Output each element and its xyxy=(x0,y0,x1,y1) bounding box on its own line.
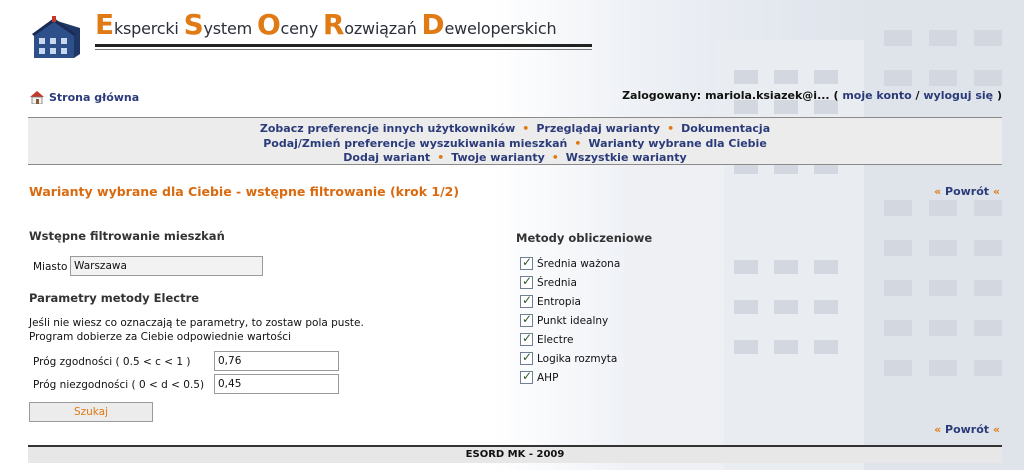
checkbox-checked[interactable] xyxy=(520,350,533,365)
city-label: Miasto xyxy=(33,261,68,273)
nav-link-your-variants[interactable]: Twoje warianty xyxy=(451,151,545,164)
method-average[interactable]: Średnia xyxy=(520,274,577,289)
method-label: Średnia xyxy=(537,276,577,289)
page-title: Warianty wybrane dla Ciebie - wstępne fi… xyxy=(29,184,460,199)
nav-bullet: • xyxy=(522,122,530,135)
title-word: ozwiązań xyxy=(344,19,422,38)
title-initial: D xyxy=(421,8,445,41)
nav-bullet: • xyxy=(667,122,675,135)
checkbox-checked[interactable] xyxy=(520,274,533,289)
login-status: Zalogowany: mariola.ksiazek@i... ( moje … xyxy=(622,89,1002,102)
method-fuzzy-logic[interactable]: Logika rozmyta xyxy=(520,350,618,365)
nav-link-other-users-preferences[interactable]: Zobacz preferencje innych użytkowników xyxy=(260,122,515,135)
title-word: eweloperskich xyxy=(444,19,557,38)
nav-link-variants-for-you[interactable]: Warianty wybrane dla Ciebie xyxy=(588,137,766,150)
main-navigation: Zobacz preferencje innych użytkowników • P… xyxy=(28,117,1002,165)
nav-bullet: • xyxy=(437,151,445,164)
back-arrow-right: « xyxy=(992,185,1000,198)
title-initial: R xyxy=(322,8,345,41)
checkbox-checked[interactable] xyxy=(520,293,533,308)
electre-heading: Parametry metody Electre xyxy=(29,291,200,305)
methods-heading: Metody obliczeniowe xyxy=(516,231,653,245)
back-link-label: Powrót xyxy=(945,423,990,436)
method-label: Entropia xyxy=(537,295,581,308)
method-ideal-point[interactable]: Punkt idealny xyxy=(520,312,609,327)
method-entropy[interactable]: Entropia xyxy=(520,293,581,308)
discordance-label: Próg niezgodności ( 0 < d < 0.5) xyxy=(33,379,205,391)
electre-hint-line2: Program dobierze za Ciebie odpowiednie w… xyxy=(29,331,291,343)
discordance-threshold-input[interactable] xyxy=(214,374,339,394)
electre-hint-line1: Jeśli nie wiesz co oznaczają te parametr… xyxy=(29,317,364,329)
title-underline-thin xyxy=(95,49,592,50)
nav-bullet: • xyxy=(551,151,559,164)
back-link-label: Powrót xyxy=(945,185,990,198)
home-link-label: Strona główna xyxy=(49,90,140,104)
method-label: Logika rozmyta xyxy=(537,352,618,365)
login-open-paren: ( xyxy=(833,89,839,102)
city-input[interactable] xyxy=(70,256,263,276)
login-user: mariola.ksiazek@i... xyxy=(705,89,830,102)
nav-link-add-variant[interactable]: Dodaj wariant xyxy=(343,151,430,164)
method-electre[interactable]: Electre xyxy=(520,331,574,346)
search-button[interactable]: Szukaj xyxy=(29,402,153,422)
method-weighted-average[interactable]: Średnia ważona xyxy=(520,255,621,270)
footer: ESORD MK - 2009 xyxy=(28,445,1002,463)
concordance-threshold-input[interactable] xyxy=(214,351,339,371)
back-arrow-left: « xyxy=(934,423,942,436)
nav-row: Dodaj wariant • Twoje warianty • Wszystkie w… xyxy=(28,151,1002,166)
title-word: kspercki xyxy=(113,19,184,38)
back-arrow-right: « xyxy=(992,423,1000,436)
title-word: ceny xyxy=(280,19,323,38)
my-account-link[interactable]: moje konto xyxy=(842,89,911,102)
login-close-paren: ) xyxy=(996,89,1002,102)
concordance-label: Próg zgodności ( 0.5 < c < 1 ) xyxy=(33,356,191,368)
method-label: Średnia ważona xyxy=(537,257,621,270)
back-link[interactable]: « Powrót « xyxy=(934,185,1000,198)
method-label: AHP xyxy=(537,371,559,384)
back-link-bottom[interactable]: « Powrót « xyxy=(934,423,1000,436)
title-underline xyxy=(95,44,592,47)
back-arrow-left: « xyxy=(934,185,942,198)
checkbox-checked[interactable] xyxy=(520,331,533,346)
nav-link-documentation[interactable]: Dokumentacja xyxy=(681,122,770,135)
title-initial: E xyxy=(95,8,114,41)
title-word: ystem xyxy=(203,19,257,38)
method-label: Electre xyxy=(537,333,574,346)
method-ahp[interactable]: AHP xyxy=(520,369,559,384)
logout-link[interactable]: wyloguj się xyxy=(923,89,993,102)
checkbox-checked[interactable] xyxy=(520,312,533,327)
nav-link-set-preferences[interactable]: Podaj/Zmień preferencje wyszukiwania mie… xyxy=(263,137,567,150)
login-separator: / xyxy=(915,89,920,102)
home-link[interactable]: Strona główna xyxy=(29,90,139,104)
building-logo-icon xyxy=(32,16,80,58)
nav-link-browse-variants[interactable]: Przeglądaj warianty xyxy=(536,122,660,135)
app-title: Ekspercki System Oceny Rozwiązań Dewelop… xyxy=(95,8,557,41)
title-initial: S xyxy=(183,8,204,41)
title-initial: O xyxy=(256,8,281,41)
nav-link-all-variants[interactable]: Wszystkie warianty xyxy=(566,151,687,164)
checkbox-checked[interactable] xyxy=(520,255,533,270)
checkbox-checked[interactable] xyxy=(520,369,533,384)
nav-bullet: • xyxy=(574,136,582,150)
nav-row: Podaj/Zmień preferencje wyszukiwania mie… xyxy=(28,137,1002,152)
house-with-red-roof-icon xyxy=(30,91,44,104)
filter-heading: Wstępne filtrowanie mieszkań xyxy=(29,229,225,243)
login-prefix: Zalogowany: xyxy=(622,89,702,102)
nav-row: Zobacz preferencje innych użytkowników • P… xyxy=(28,122,1002,137)
method-label: Punkt idealny xyxy=(537,314,609,327)
